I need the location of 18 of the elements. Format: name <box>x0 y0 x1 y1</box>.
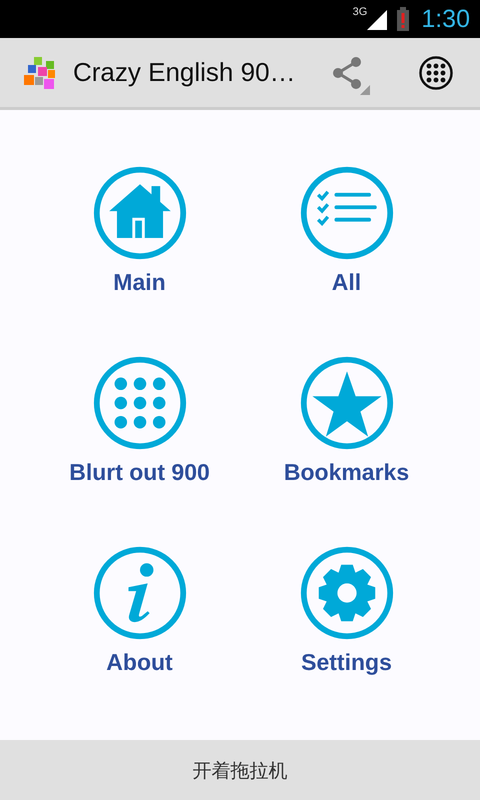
home-icon <box>92 165 188 261</box>
footer-text: 开着拖拉机 <box>192 760 288 784</box>
battery-alert-icon <box>397 7 410 31</box>
menu-item[interactable]: Main <box>36 165 243 355</box>
settings-icon <box>298 545 394 641</box>
menu-item[interactable]: About <box>36 545 243 735</box>
menu-item[interactable]: Bookmarks <box>243 355 450 545</box>
info-icon <box>92 545 188 641</box>
signal-icon <box>367 10 388 30</box>
clock: 1:30 <box>421 4 470 34</box>
checklist-icon <box>298 165 394 261</box>
app-title: Crazy English 90… <box>73 57 297 88</box>
menu-item[interactable]: Settings <box>243 545 450 735</box>
apps-grid-icon <box>418 54 454 90</box>
menu-item[interactable]: Blurt out 900 <box>36 355 243 545</box>
network-type: 3G <box>352 6 368 18</box>
menu-item[interactable]: All <box>243 165 450 355</box>
dot-grid-icon <box>92 355 188 451</box>
